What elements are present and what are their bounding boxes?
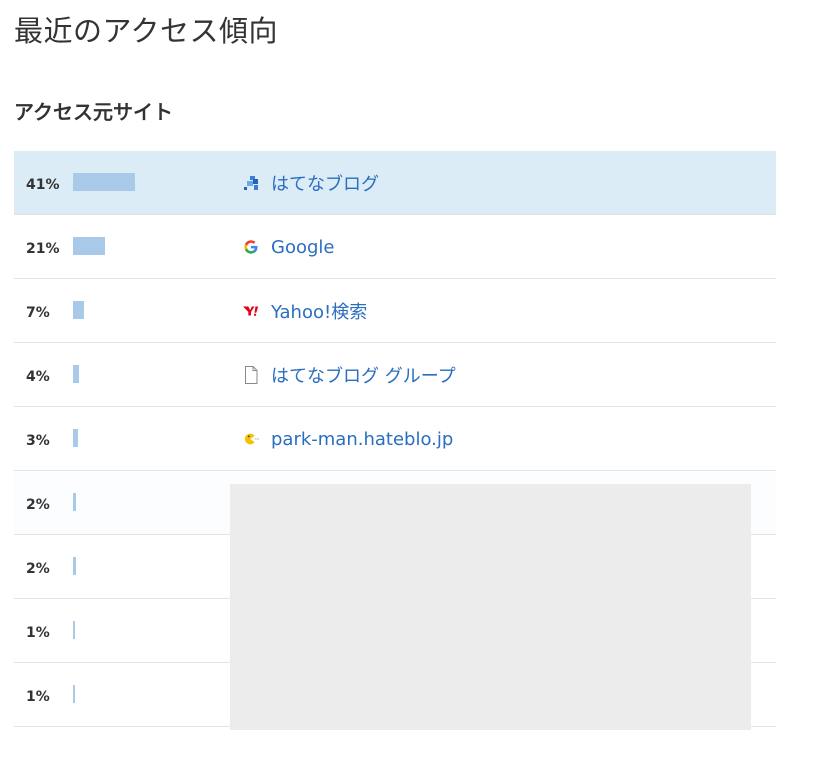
site-name: はてなブログ グループ xyxy=(271,366,456,387)
percent-label: 3% xyxy=(26,433,50,449)
percent-label: 41% xyxy=(26,177,60,193)
percent-label: 4% xyxy=(26,369,50,385)
google-icon xyxy=(243,239,259,255)
share-bar xyxy=(73,621,75,639)
table-row[interactable]: 41% はてなブログ xyxy=(14,151,776,215)
share-bar xyxy=(73,301,84,319)
share-bar xyxy=(73,365,79,383)
document-icon xyxy=(243,366,259,384)
section-title-referrers: アクセス元サイト xyxy=(14,100,173,124)
share-bar xyxy=(73,237,105,255)
table-row[interactable]: 4% はてなブログ グループ xyxy=(14,343,776,407)
share-bar xyxy=(73,493,76,511)
page-title: 最近のアクセス傾向 xyxy=(14,14,279,48)
share-bar xyxy=(73,429,78,447)
site-link-park-man[interactable]: park-man.hateblo.jp xyxy=(243,407,453,471)
site-name: Yahoo!検索 xyxy=(271,302,368,323)
site-name: park-man.hateblo.jp xyxy=(271,428,454,450)
site-link-google[interactable]: Google xyxy=(243,215,334,279)
site-name: はてなブログ xyxy=(271,174,379,195)
hatena-blog-icon xyxy=(243,175,259,191)
share-bar xyxy=(73,685,75,703)
percent-label: 2% xyxy=(26,497,50,513)
site-link-hatena-blog-group[interactable]: はてなブログ グループ xyxy=(243,343,456,407)
percent-label: 21% xyxy=(26,241,60,257)
pacman-icon xyxy=(243,431,259,447)
share-bar xyxy=(73,173,135,191)
percent-label: 1% xyxy=(26,625,50,641)
table-row[interactable]: 7% Yahoo!検索 xyxy=(14,279,776,343)
percent-label: 2% xyxy=(26,561,50,577)
percent-label: 7% xyxy=(26,305,50,321)
site-name: Google xyxy=(271,236,335,258)
table-row[interactable]: 3% park-man.hateblo.jp xyxy=(14,407,776,471)
site-link-yahoo[interactable]: Yahoo!検索 xyxy=(243,279,367,343)
redacted-area xyxy=(230,484,751,730)
yahoo-icon xyxy=(243,303,259,319)
percent-label: 1% xyxy=(26,689,50,705)
share-bar xyxy=(73,557,76,575)
table-row[interactable]: 21% Google xyxy=(14,215,776,279)
site-link-hatena-blog[interactable]: はてなブログ xyxy=(243,151,379,215)
